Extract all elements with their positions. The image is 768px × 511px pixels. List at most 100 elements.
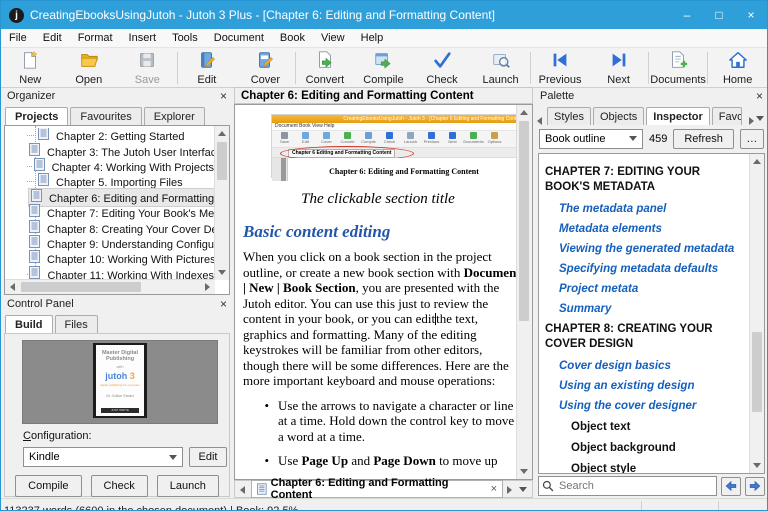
outline-section-item[interactable]: Object text [571, 421, 748, 433]
edit-toolbar-button[interactable]: Edit [178, 49, 237, 87]
tree-item[interactable]: Chapter 11: Working With Indexes [5, 267, 214, 280]
home-toolbar-button[interactable]: Home [708, 49, 767, 87]
bullet-list[interactable]: •Use the arrows to navigate a character … [243, 398, 513, 469]
scroll-down-icon[interactable] [753, 463, 761, 468]
tree-item[interactable]: Chapter 8: Creating Your Cover Desi [5, 220, 214, 235]
tree-item[interactable]: Chapter 7: Editing Your Book's Meta [5, 205, 214, 220]
refresh-button[interactable]: Refresh [673, 129, 734, 149]
search-next-button[interactable] [745, 477, 765, 496]
scrollbar-thumb[interactable] [217, 142, 227, 180]
outline-section-item[interactable]: Object style [571, 463, 748, 473]
tab-explorer[interactable]: Explorer [144, 107, 205, 125]
organizer-close-icon[interactable]: × [220, 90, 227, 102]
compile-button[interactable]: Compile [15, 475, 81, 497]
outline-section-item[interactable]: Metadata elements [559, 223, 748, 235]
scroll-up-icon[interactable] [218, 131, 226, 136]
tree-item[interactable]: Chapter 3: The Jutoh User Interface [5, 143, 214, 158]
palette-close-icon[interactable]: × [756, 90, 763, 102]
palette-vertical-scrollbar[interactable] [749, 154, 764, 473]
control-panel-close-icon[interactable]: × [220, 298, 227, 310]
editor-vertical-scrollbar[interactable] [516, 105, 532, 479]
organizer-horizontal-scrollbar[interactable] [5, 279, 215, 294]
toolbar-button-label: Cover [251, 74, 280, 86]
outline-section-item[interactable]: Object background [571, 442, 748, 454]
minimize-button[interactable]: – [671, 1, 703, 29]
inspector-mode-select[interactable]: Book outline [539, 129, 643, 149]
edit-configuration-button[interactable]: Edit [189, 447, 227, 467]
tab-list-dropdown-icon[interactable] [519, 487, 527, 492]
scrollbar-thumb[interactable] [752, 332, 762, 412]
tab-build[interactable]: Build [5, 315, 53, 333]
tab-scroll-left-icon[interactable] [235, 482, 249, 496]
document-editor[interactable]: CreatingEbooksUsingJutoh - Jutoh 3 - [Ch… [234, 104, 533, 480]
menu-help[interactable]: Help [353, 29, 392, 47]
menu-view[interactable]: View [313, 29, 353, 47]
scroll-down-icon[interactable] [218, 270, 226, 275]
palette-tabs-scroll-right-icon[interactable] [744, 111, 756, 125]
maximize-button[interactable]: □ [703, 1, 735, 29]
tab-close-icon[interactable]: × [491, 483, 497, 495]
convert-toolbar-button[interactable]: Convert [296, 49, 355, 87]
tab-objects[interactable]: Objects [593, 107, 644, 125]
more-options-button[interactable]: … [740, 129, 764, 149]
outline-section-item[interactable]: Summary [559, 303, 748, 315]
check-toolbar-button[interactable]: Check [413, 49, 472, 87]
tab-styles[interactable]: Styles [547, 107, 591, 125]
menu-edit[interactable]: Edit [35, 29, 70, 47]
check-button[interactable]: Check [91, 475, 148, 497]
palette-tab-list-icon[interactable] [756, 116, 764, 121]
previous-toolbar-button[interactable]: Previous [531, 49, 590, 87]
scroll-down-icon[interactable] [520, 469, 528, 474]
scroll-up-icon[interactable] [753, 159, 761, 164]
menu-book[interactable]: Book [272, 29, 313, 47]
tab-favourites-palette[interactable]: Favou [712, 107, 742, 125]
scrollbar-thumb[interactable] [519, 121, 529, 321]
tree-item[interactable]: Chapter 9: Understanding Configura [5, 236, 214, 251]
outline-section-item[interactable]: Viewing the generated metadata [559, 243, 748, 255]
body-paragraph[interactable]: When you click on a book section in the … [243, 249, 521, 389]
scroll-up-icon[interactable] [520, 110, 528, 115]
outline-chapter-item[interactable]: CHAPTER 7: EDITING YOUR BOOK'S METADATA [545, 165, 748, 195]
palette-tabs-scroll-left-icon[interactable] [535, 111, 547, 125]
organizer-vertical-scrollbar[interactable] [214, 126, 229, 280]
configuration-select[interactable]: Kindle [23, 447, 183, 467]
search-previous-button[interactable] [721, 477, 741, 496]
menu-tools[interactable]: Tools [164, 29, 206, 47]
next-toolbar-button[interactable]: Next [589, 49, 648, 87]
menu-format[interactable]: Format [70, 29, 121, 47]
outline-section-item[interactable]: Project metata [559, 283, 748, 295]
menu-document[interactable]: Document [206, 29, 272, 47]
tab-inspector[interactable]: Inspector [646, 107, 710, 125]
tab-files[interactable]: Files [55, 315, 98, 333]
tab-favourites[interactable]: Favourites [70, 107, 141, 125]
open-toolbar-button[interactable]: Open [60, 49, 119, 87]
tree-item[interactable]: Chapter 2: Getting Started [5, 128, 214, 143]
tree-item[interactable]: Chapter 6: Editing and Formatting C [5, 190, 214, 205]
outline-section-item[interactable]: Specifying metadata defaults [559, 263, 748, 275]
scroll-left-icon[interactable] [10, 283, 15, 291]
document-tab[interactable]: Chapter 6: Editing and Formatting Conten… [251, 480, 503, 498]
outline-section-item[interactable]: Using the cover designer [559, 400, 748, 412]
outline-section-item[interactable]: The metadata panel [559, 203, 748, 215]
compile-toolbar-button[interactable]: Compile [354, 49, 413, 87]
outline-chapter-item[interactable]: CHAPTER 8: CREATING YOUR COVER DESIGN [545, 322, 748, 352]
menu-file[interactable]: File [1, 29, 35, 47]
menu-insert[interactable]: Insert [121, 29, 165, 47]
tree-item[interactable]: Chapter 4: Working With Projects [5, 159, 214, 174]
scrollbar-thumb[interactable] [21, 282, 141, 292]
tab-projects[interactable]: Projects [5, 107, 68, 125]
tab-scroll-right-icon[interactable] [503, 482, 517, 496]
close-button[interactable]: × [735, 1, 767, 29]
search-input[interactable] [538, 476, 717, 496]
documents-toolbar-button[interactable]: Documents [649, 49, 708, 87]
tree-item[interactable]: Chapter 10: Working With Pictures [5, 251, 214, 266]
cover-toolbar-button[interactable]: Cover [236, 49, 295, 87]
scroll-right-icon[interactable] [205, 283, 210, 291]
launch-button[interactable]: Launch [157, 475, 219, 497]
new-toolbar-button[interactable]: New [1, 49, 60, 87]
outline-section-item[interactable]: Using an existing design [559, 380, 748, 392]
outline-section-item[interactable]: Cover design basics [559, 360, 748, 372]
launch-toolbar-button[interactable]: Launch [471, 49, 530, 87]
tree-item[interactable]: Chapter 5. Importing Files [5, 174, 214, 189]
document-content[interactable]: CreatingEbooksUsingJutoh - Jutoh 3 - [Ch… [235, 105, 517, 479]
